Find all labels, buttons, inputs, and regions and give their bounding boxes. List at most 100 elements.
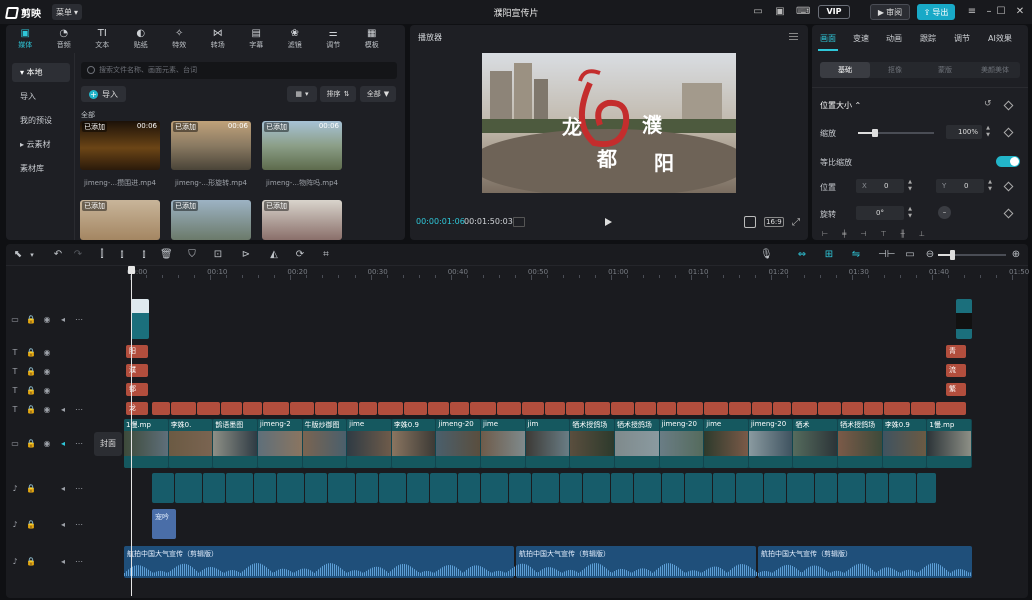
video-clip[interactable]: jimeng-2: [257, 419, 302, 468]
text-clip[interactable]: 龙: [126, 402, 148, 415]
filter-button[interactable]: 全部 ▼: [360, 86, 396, 102]
review-button[interactable]: ▶ 审阅: [870, 4, 910, 20]
player-menu-icon[interactable]: [789, 33, 798, 40]
voiceover-clip[interactable]: [736, 473, 763, 503]
subtitle-clip[interactable]: [171, 402, 196, 415]
subtitle-clip[interactable]: [152, 402, 170, 415]
lock-icon[interactable]: 🔒: [26, 367, 36, 376]
text-clip[interactable]: 都: [126, 383, 148, 396]
shield-icon[interactable]: ⛉: [186, 249, 198, 261]
tab-transition[interactable]: ⋈ 转场: [199, 25, 238, 51]
voiceover-clip[interactable]: [787, 473, 814, 503]
media-thumb[interactable]: 已添加: [262, 200, 342, 240]
align-right-icon[interactable]: ⊣: [860, 230, 866, 238]
subtitle-clip[interactable]: [470, 402, 496, 415]
subtitle-clip[interactable]: [378, 402, 403, 415]
layout-icon[interactable]: ▭: [752, 6, 764, 18]
thumbnail-icon[interactable]: ▭: [904, 249, 916, 261]
main-menu-button[interactable]: 菜单 ▾: [52, 4, 83, 20]
voiceover-clip[interactable]: [560, 473, 582, 503]
subtab-mask[interactable]: 蒙版: [920, 62, 970, 78]
tab-speed[interactable]: 变速: [853, 33, 869, 44]
subtitle-clip[interactable]: [677, 402, 703, 415]
voiceover-clip[interactable]: [713, 473, 735, 503]
voiceover-clip[interactable]: [277, 473, 304, 503]
snap-icon[interactable]: ⊞: [823, 249, 835, 261]
subtitle-clip[interactable]: [818, 402, 841, 415]
video-clip[interactable]: 牺术授鸽场: [570, 419, 614, 468]
subtitle-clip[interactable]: [729, 402, 751, 415]
ratio-button[interactable]: 16:9: [764, 217, 784, 227]
zoom-out-icon[interactable]: ⊖: [924, 249, 936, 261]
voiceover-clip[interactable]: [356, 473, 378, 503]
tab-subtitle[interactable]: ▤ 字幕: [237, 25, 276, 51]
align-top-icon[interactable]: ⊤: [880, 230, 886, 238]
maximize-icon[interactable]: ☐: [994, 5, 1008, 19]
subtitle-clip[interactable]: [497, 402, 521, 415]
uniform-scale-toggle[interactable]: [996, 156, 1020, 167]
subtitle-clip[interactable]: [221, 402, 242, 415]
tab-text[interactable]: TI 文本: [83, 25, 122, 51]
video-clip[interactable]: 牺术授鸽场: [614, 419, 659, 468]
tab-audio[interactable]: ◔ 音频: [45, 25, 84, 51]
linkage-icon[interactable]: ⇋: [850, 249, 862, 261]
more-icon[interactable]: ⋯: [74, 557, 84, 566]
voiceover-clip[interactable]: [379, 473, 406, 503]
video-clip[interactable]: 牺术: [793, 419, 838, 468]
redo-icon[interactable]: ↷: [72, 249, 84, 261]
mirror-icon[interactable]: ◭: [268, 249, 280, 261]
lock-icon[interactable]: 🔒: [26, 520, 36, 529]
subtitle-clip[interactable]: [611, 402, 634, 415]
voiceover-clip[interactable]: [611, 473, 633, 503]
lock-icon[interactable]: 🔒: [26, 439, 36, 448]
subtitle-clip[interactable]: [428, 402, 449, 415]
vip-badge[interactable]: VIP: [818, 5, 850, 19]
subtitle-clip[interactable]: [792, 402, 817, 415]
eye-icon[interactable]: ◉: [42, 405, 52, 414]
lock-icon[interactable]: 🔒: [26, 405, 36, 414]
subtitle-clip[interactable]: [704, 402, 728, 415]
media-thumb[interactable]: 已添加 00:06: [80, 121, 160, 170]
eye-icon[interactable]: ◉: [42, 348, 52, 357]
timecode-grid-icon[interactable]: [513, 217, 525, 227]
tab-adjust[interactable]: 调节: [954, 33, 970, 44]
tab-media[interactable]: ▣ 媒体: [6, 25, 45, 51]
freeze-icon[interactable]: ⊡: [212, 249, 224, 261]
video-clip[interactable]: 李姝0.9: [391, 419, 436, 468]
align-left-icon[interactable]: ⊢: [822, 230, 828, 238]
subtitle-clip[interactable]: [936, 402, 958, 415]
sidebar-item-import[interactable]: 导入: [12, 87, 70, 106]
video-clip[interactable]: jim: [525, 419, 570, 468]
voiceover-clip[interactable]: [866, 473, 888, 503]
keyframe-icon[interactable]: [1003, 181, 1014, 192]
video-clip[interactable]: 李姝0.: [168, 419, 213, 468]
overlay-clip[interactable]: [131, 299, 149, 339]
video-clip[interactable]: jimeng-20: [659, 419, 704, 468]
chevron-down-icon[interactable]: ▾: [26, 249, 38, 261]
subtitle-clip[interactable]: [450, 402, 469, 415]
y-stepper[interactable]: ▲ ▼: [986, 179, 994, 193]
subtitle-clip[interactable]: [338, 402, 358, 415]
subtitle-clip[interactable]: [884, 402, 910, 415]
subtab-beauty[interactable]: 美颜美体: [970, 62, 1020, 78]
subtab-basic[interactable]: 基础: [820, 62, 870, 78]
subtitle-clip[interactable]: [657, 402, 676, 415]
shortcut-icon[interactable]: ⌨: [796, 6, 810, 18]
rotate-input[interactable]: 0°: [856, 206, 904, 220]
video-clip[interactable]: 1慢.mp: [927, 419, 971, 468]
video-clip[interactable]: 李姝0.9: [882, 419, 927, 468]
subtitle-clip[interactable]: [290, 402, 314, 415]
voiceover-clip[interactable]: [889, 473, 916, 503]
audio-clip[interactable]: 宠吟: [152, 509, 176, 539]
play-icon[interactable]: [605, 218, 612, 226]
subtitle-clip[interactable]: [635, 402, 656, 415]
video-clip[interactable]: jime: [481, 419, 525, 468]
voiceover-clip[interactable]: [430, 473, 457, 503]
fullscreen-crop-icon[interactable]: [744, 216, 756, 228]
subtitle-clip[interactable]: [585, 402, 610, 415]
voiceover-clip[interactable]: [583, 473, 610, 503]
video-clip[interactable]: jime: [347, 419, 391, 468]
text-clip[interactable]: 流: [946, 364, 966, 377]
subtitle-clip[interactable]: [911, 402, 935, 415]
align-center-icon[interactable]: ╪: [842, 230, 846, 238]
